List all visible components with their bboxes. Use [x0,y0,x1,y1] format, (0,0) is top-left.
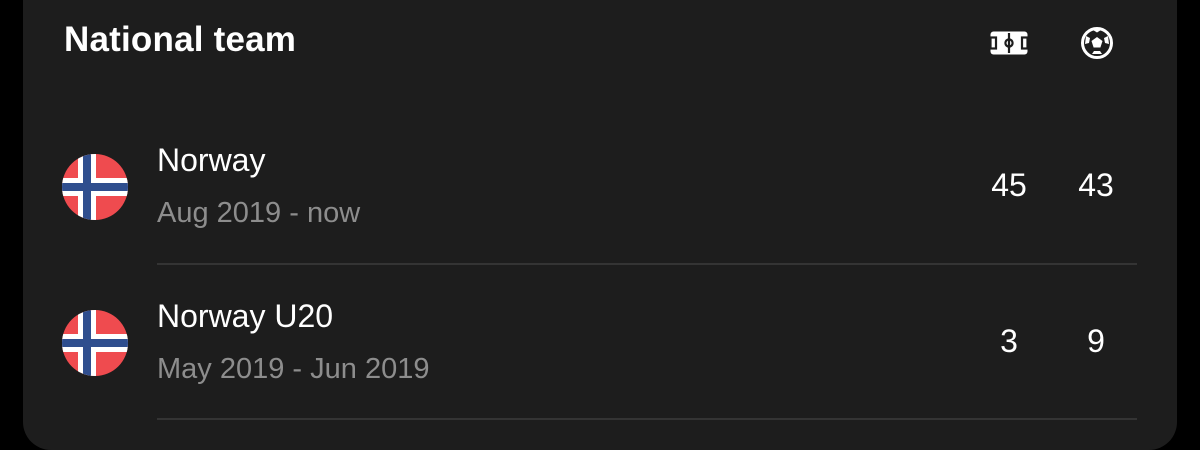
norway-flag-icon [62,310,128,376]
team-row-norway-u20[interactable]: Norway U20 May 2019 - Jun 2019 3 9 [0,266,1200,416]
team-row-norway[interactable]: Norway Aug 2019 - now 45 43 [0,110,1200,260]
section-title: National team [64,20,297,59]
matches-played-icon [989,26,1029,60]
team-period: Aug 2019 - now [157,197,361,229]
goals-count: 9 [1087,323,1105,359]
team-name: Norway [157,142,266,178]
row-divider [157,263,1137,265]
team-name: Norway U20 [157,298,334,334]
row-divider [157,418,1137,420]
goals-count: 43 [1078,167,1114,203]
matches-count: 3 [1000,323,1018,359]
team-period: May 2019 - Jun 2019 [157,353,430,385]
goals-icon [1077,26,1117,60]
norway-flag-icon [62,154,128,220]
matches-count: 45 [991,167,1027,203]
